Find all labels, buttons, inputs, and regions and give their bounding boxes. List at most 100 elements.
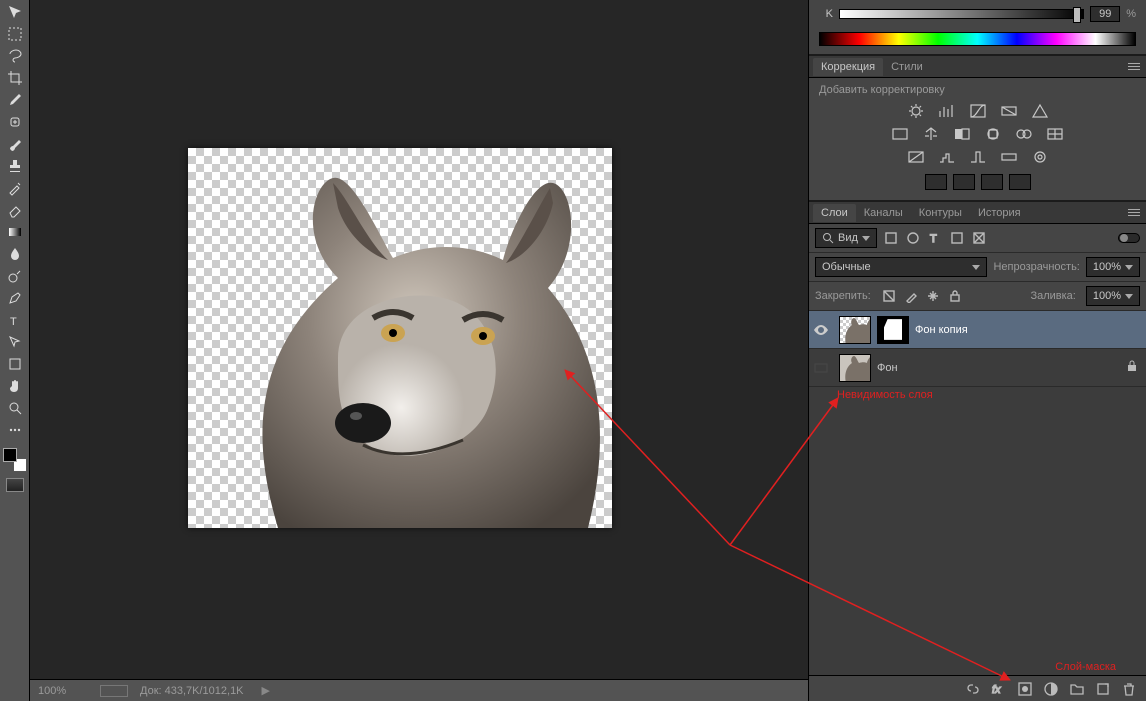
filter-toggle[interactable] <box>1118 233 1140 243</box>
thumbnail-strip-icon[interactable] <box>100 685 128 697</box>
tab-channels[interactable]: Каналы <box>856 204 911 222</box>
layer-filter-dropdown[interactable]: Вид <box>815 228 877 248</box>
visibility-toggle[interactable] <box>809 324 833 336</box>
foreground-background-colors[interactable] <box>3 448 27 472</box>
annotation-mask: Слой-маска <box>1055 661 1116 673</box>
tool-eraser[interactable] <box>3 200 27 220</box>
adj-preset-2[interactable] <box>953 174 975 190</box>
tab-adjustments[interactable]: Коррекция <box>813 58 883 76</box>
link-layers-icon[interactable] <box>964 680 982 698</box>
layer-name[interactable]: Фон копия <box>915 324 1138 336</box>
layers-panel-menu-icon[interactable] <box>1128 209 1140 216</box>
tool-lasso[interactable] <box>3 46 27 66</box>
tool-history-brush[interactable] <box>3 178 27 198</box>
tool-gradient[interactable] <box>3 222 27 242</box>
tool-hand[interactable] <box>3 376 27 396</box>
canvas-area[interactable] <box>30 0 808 679</box>
layer-thumbnail[interactable] <box>839 354 871 382</box>
layer-thumbnail[interactable] <box>839 316 871 344</box>
tool-move[interactable] <box>3 2 27 22</box>
color-slider-track[interactable] <box>839 9 1084 19</box>
filter-adjust-icon[interactable] <box>905 230 921 246</box>
tool-marquee[interactable] <box>3 24 27 44</box>
adj-channel-mixer-icon[interactable] <box>1013 125 1035 143</box>
adj-lookup-icon[interactable] <box>1044 125 1066 143</box>
new-layer-icon[interactable] <box>1094 680 1112 698</box>
layer-row[interactable]: Фон копия <box>809 311 1146 349</box>
adj-brightness-icon[interactable] <box>905 102 927 120</box>
new-adjustment-icon[interactable] <box>1042 680 1060 698</box>
tool-heal[interactable] <box>3 112 27 132</box>
adj-selective-icon[interactable] <box>1029 148 1051 166</box>
tool-blur[interactable] <box>3 244 27 264</box>
lock-pixels-icon[interactable] <box>903 288 919 304</box>
blend-mode-dropdown[interactable]: Обычные <box>815 257 987 277</box>
color-value[interactable]: 99 <box>1090 6 1120 22</box>
adj-balance-icon[interactable] <box>920 125 942 143</box>
adj-gradient-map-icon[interactable] <box>998 148 1020 166</box>
quick-mask-toggle[interactable] <box>6 478 24 492</box>
delete-layer-icon[interactable] <box>1120 680 1138 698</box>
document-window[interactable] <box>188 148 612 528</box>
tool-eyedropper[interactable] <box>3 90 27 110</box>
adjustments-panel: Коррекция Стили Добавить корректировку <box>809 56 1146 200</box>
adj-preset-1[interactable] <box>925 174 947 190</box>
lock-position-icon[interactable] <box>925 288 941 304</box>
document-image <box>188 148 612 528</box>
tool-pen[interactable] <box>3 288 27 308</box>
tool-path-select[interactable] <box>3 332 27 352</box>
adj-threshold-icon[interactable] <box>967 148 989 166</box>
color-channel-label: K <box>819 8 833 20</box>
adj-vibrance-icon[interactable] <box>1029 102 1051 120</box>
visibility-toggle[interactable] <box>809 362 833 374</box>
adj-hue-icon[interactable] <box>889 125 911 143</box>
filter-smart-icon[interactable] <box>971 230 987 246</box>
tool-brush[interactable] <box>3 134 27 154</box>
doc-info: Док: 433,7K/1012,1K <box>140 685 244 697</box>
layer-row[interactable]: Фон <box>809 349 1146 387</box>
color-unit: % <box>1126 8 1136 20</box>
filter-shape-icon[interactable] <box>949 230 965 246</box>
zoom-level[interactable]: 100% <box>38 685 88 697</box>
color-spectrum-ramp[interactable] <box>819 32 1136 46</box>
adj-bw-icon[interactable] <box>951 125 973 143</box>
lock-all-icon[interactable] <box>947 288 963 304</box>
adj-invert-icon[interactable] <box>905 148 927 166</box>
tab-layers[interactable]: Слои <box>813 204 856 222</box>
add-mask-icon[interactable] <box>1016 680 1034 698</box>
adj-preset-3[interactable] <box>981 174 1003 190</box>
adj-exposure-icon[interactable] <box>998 102 1020 120</box>
tab-styles[interactable]: Стили <box>883 58 931 76</box>
tool-more[interactable] <box>3 420 27 440</box>
new-group-icon[interactable] <box>1068 680 1086 698</box>
tool-dodge[interactable] <box>3 266 27 286</box>
tool-type[interactable]: T <box>3 310 27 330</box>
color-panel: K 99 % <box>809 0 1146 54</box>
filter-pixel-icon[interactable] <box>883 230 899 246</box>
tool-zoom[interactable] <box>3 398 27 418</box>
adj-preset-4[interactable] <box>1009 174 1031 190</box>
filter-type-icon[interactable]: T <box>927 230 943 246</box>
blend-mode-value: Обычные <box>822 261 871 273</box>
fill-dropdown[interactable]: 100% <box>1086 286 1140 306</box>
adj-levels-icon[interactable] <box>936 102 958 120</box>
status-bar: 100% Док: 433,7K/1012,1K ▶ <box>30 679 808 701</box>
lock-transparency-icon[interactable] <box>881 288 897 304</box>
layer-fx-icon[interactable]: fx <box>990 680 1008 698</box>
adj-curves-icon[interactable] <box>967 102 989 120</box>
tab-history[interactable]: История <box>970 204 1029 222</box>
lock-icon <box>1126 360 1138 375</box>
tool-crop[interactable] <box>3 68 27 88</box>
tool-shape[interactable] <box>3 354 27 374</box>
adj-photo-filter-icon[interactable] <box>982 125 1004 143</box>
layer-mask-thumbnail[interactable] <box>877 316 909 344</box>
foreground-color-swatch[interactable] <box>3 448 17 462</box>
doc-info-menu[interactable]: ▶ <box>262 684 270 697</box>
opacity-dropdown[interactable]: 100% <box>1086 257 1140 277</box>
panel-menu-icon[interactable] <box>1128 63 1140 70</box>
tool-stamp[interactable] <box>3 156 27 176</box>
layer-name[interactable]: Фон <box>877 362 1120 374</box>
adj-posterize-icon[interactable] <box>936 148 958 166</box>
tab-paths[interactable]: Контуры <box>911 204 970 222</box>
color-slider-knob[interactable] <box>1073 7 1081 23</box>
